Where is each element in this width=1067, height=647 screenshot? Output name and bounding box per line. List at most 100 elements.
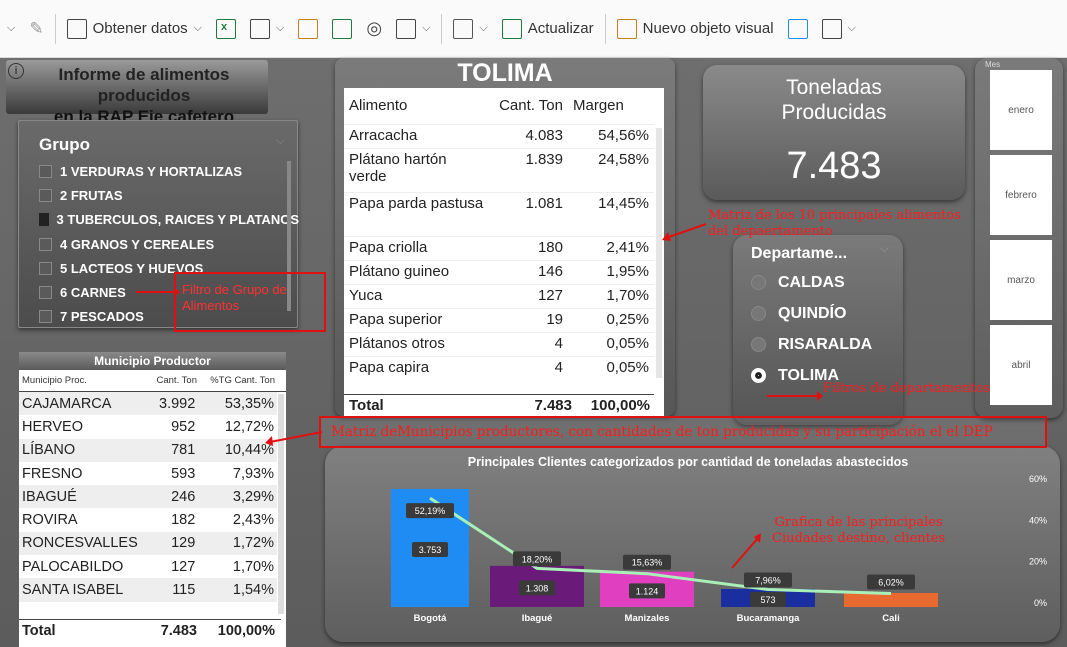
get-data-button[interactable]: Obtener datos ⌵	[60, 12, 209, 46]
sql-icon[interactable]	[291, 12, 325, 46]
table-row[interactable]: Arracacha 4.083 54,56%	[344, 124, 654, 148]
cell-pct: 7,93%	[232, 465, 274, 482]
cell-ton: 3.992	[141, 392, 199, 416]
table-row[interactable]: Plátano hartón verde 1.839 24,58%	[344, 148, 654, 192]
annotation-arrow-grupo	[136, 287, 180, 297]
line-value-label: 18,20%	[522, 554, 553, 564]
ribbon-overflow-chevron[interactable]: ⌵	[0, 12, 22, 46]
cell-municipio: ROVIRA	[22, 512, 78, 529]
checkbox-icon[interactable]	[39, 213, 49, 227]
y2-tick-label: 20%	[1029, 557, 1047, 567]
radio-icon[interactable]	[751, 368, 766, 383]
checkbox-icon[interactable]	[39, 188, 52, 202]
cell-ton: 1.081	[525, 194, 563, 212]
category-label: Ibagué	[522, 613, 553, 624]
data-hub-icon[interactable]: ⌵	[243, 12, 291, 46]
table-row[interactable]: ROVIRA 182 2,43%	[19, 508, 277, 531]
table-row[interactable]: SANTA ISABEL 115 1,54%	[19, 578, 277, 602]
line-value-label: 15,63%	[632, 558, 663, 568]
checkbox-icon[interactable]	[39, 261, 52, 275]
checkbox-icon[interactable]	[39, 286, 52, 300]
grupo-item[interactable]: 1 VERDURAS Y HORTALIZAS	[39, 159, 299, 183]
table-row[interactable]: IBAGUÉ 246 3,29%	[19, 485, 277, 509]
table-row[interactable]: Papa capira 4 0,05%	[344, 356, 654, 380]
table-row[interactable]: Papa parda pastusa 1.081 14,45%	[344, 192, 654, 236]
municipio-total-row: Total 7.483 100,00%	[19, 619, 281, 641]
col-header-municipio[interactable]: Municipio Proc.	[19, 375, 139, 386]
kpi-value: 7.483	[786, 145, 882, 187]
cell-ton: 952	[171, 418, 196, 435]
checkbox-icon[interactable]	[39, 237, 52, 251]
format-painter-icon[interactable]: ✎	[22, 12, 50, 46]
departamento-item[interactable]: CALDAS	[751, 267, 872, 298]
table-scrollbar[interactable]	[656, 128, 662, 378]
grupo-item[interactable]: 3 TUBERCULOS, RAICES Y PLATANOS	[39, 208, 299, 232]
cell-margen: 0,25%	[606, 310, 649, 328]
table-row[interactable]: HERVEO 952 12,72%	[19, 415, 277, 438]
new-visual-button[interactable]: Nuevo objeto visual	[610, 12, 781, 46]
cell-pct: 53,35%	[198, 392, 277, 416]
category-label: Bucaramanga	[737, 613, 801, 624]
checkbox-icon[interactable]	[39, 310, 52, 324]
chevron-down-icon[interactable]: ⌵	[880, 241, 889, 256]
mes-item[interactable]: enero	[990, 70, 1052, 150]
table-row[interactable]: Papa superior 19 0,25%	[344, 308, 654, 332]
table-row[interactable]: Yuca 127 1,70%	[344, 284, 654, 308]
col-header-alimento[interactable]: Alimento	[344, 88, 492, 124]
dataverse-icon[interactable]: ◎	[359, 12, 389, 46]
col-header-pct[interactable]: %TG Cant. Ton	[197, 375, 275, 386]
annotation-filtro-grupo: Filtro de Grupo de Alimentos	[182, 282, 287, 313]
text-box-icon[interactable]	[781, 12, 815, 46]
table-row[interactable]: Plátanos otros 4 0,05%	[344, 332, 654, 356]
grupo-item[interactable]: 4 GRANOS Y CEREALES	[39, 232, 299, 256]
cell-ton: 127	[171, 558, 196, 575]
table-row[interactable]: FRESNO 593 7,93%	[19, 462, 277, 485]
refresh-button[interactable]: Actualizar	[495, 12, 601, 46]
col-header-margen[interactable]: Margen	[568, 88, 654, 124]
cell-ton: 182	[171, 512, 196, 529]
cell-pct: 3,29%	[198, 485, 277, 509]
cell-pct: 1,72%	[198, 531, 277, 556]
mes-item[interactable]: marzo	[990, 240, 1052, 320]
transform-data-icon[interactable]: ⌵	[446, 12, 494, 46]
col-header-ton[interactable]: Cant. Ton	[139, 375, 198, 386]
cell-municipio: HERVEO	[22, 418, 83, 435]
radio-icon[interactable]	[751, 275, 766, 290]
more-visuals-icon[interactable]: ⌵	[815, 12, 863, 46]
annotation-arrow-dep	[767, 391, 823, 401]
cell-pct: 1,54%	[198, 578, 277, 602]
mes-item[interactable]: febrero	[990, 155, 1052, 235]
table-row[interactable]: RONCESVALLES 129 1,72%	[19, 531, 277, 556]
table-row[interactable]: CAJAMARCA 3.992 53,35%	[19, 392, 277, 416]
checkbox-icon[interactable]	[39, 164, 52, 178]
annotation-arrow-grafica	[731, 533, 761, 569]
grupo-item[interactable]: 2 FRUTAS	[39, 183, 299, 207]
cell-margen: 1,70%	[606, 286, 649, 304]
chevron-down-icon[interactable]: ⌵	[276, 133, 285, 148]
kpi-title: Toneladas Producidas	[781, 76, 887, 124]
excel-icon[interactable]: x	[209, 12, 243, 46]
table-row[interactable]: Plátano guineo 146 1,95%	[344, 260, 654, 284]
radio-icon[interactable]	[751, 306, 766, 321]
bar-value-label: 1.308	[526, 583, 549, 593]
municipio-rows: CAJAMARCA 3.992 53,35% HERVEO 952 12,72% LÍBAN…	[19, 392, 277, 602]
cell-municipio: SANTA ISABEL	[19, 578, 142, 602]
recent-sources-icon[interactable]: ⌵	[389, 12, 437, 46]
departamento-item[interactable]: QUINDÍO	[751, 298, 872, 329]
ribbon-toolbar: ⌵ ✎ Obtener datos ⌵ x ⌵ ◎ ⌵ ⌵ Actualizar …	[0, 0, 1067, 58]
cell-ton: 146	[537, 262, 563, 280]
enter-data-icon[interactable]	[325, 12, 359, 46]
table-row[interactable]: PALOCABILDO 127 1,70%	[19, 555, 277, 578]
bar-value-label: 573	[760, 595, 775, 605]
cell-alimento: Plátano hartón verde	[349, 150, 447, 185]
mes-item[interactable]: abril	[990, 325, 1052, 405]
annotation-arrow-municipios	[265, 431, 323, 446]
col-header-cant-ton[interactable]: Cant. Ton	[492, 88, 568, 124]
table-row[interactable]: Papa criolla 180 2,41%	[344, 236, 654, 260]
cell-alimento: Papa parda pastusa	[349, 194, 484, 212]
departamento-item[interactable]: RISARALDA	[751, 329, 872, 360]
bar-chart-icon	[616, 18, 637, 39]
refresh-icon	[501, 18, 522, 39]
table-row[interactable]: LÍBANO 781 10,44%	[19, 438, 277, 462]
radio-icon[interactable]	[751, 337, 766, 352]
